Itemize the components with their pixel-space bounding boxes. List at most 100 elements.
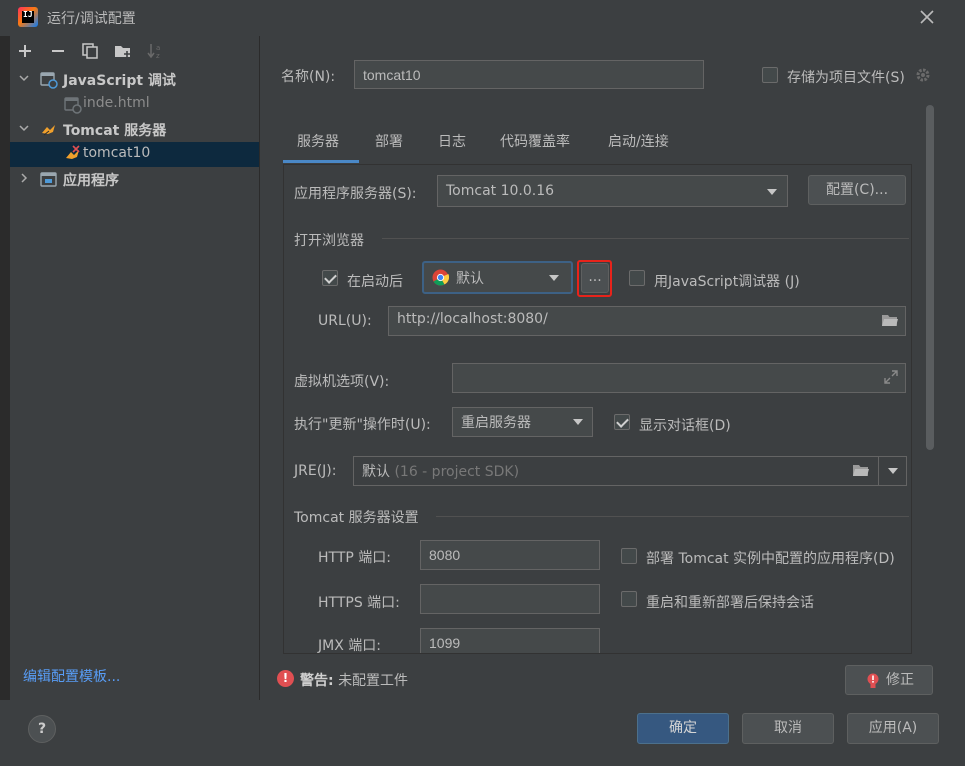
- new-folder-icon[interactable]: [113, 41, 133, 61]
- window-title: 运行/调试配置: [47, 11, 136, 27]
- server-tab-panel: 应用程序服务器(S): Tomcat 10.0.16 配置(C)... 打开浏览…: [283, 164, 912, 654]
- background-strip: [0, 36, 10, 766]
- highlight-box: [577, 260, 612, 297]
- jre-hint: (16 - project SDK): [394, 464, 520, 480]
- folder-icon[interactable]: [852, 462, 870, 478]
- error-icon: !: [277, 670, 294, 687]
- tree-item-tomcat10[interactable]: tomcat10: [10, 142, 259, 167]
- scrollbar[interactable]: [926, 105, 934, 450]
- on-update-select[interactable]: 重启服务器: [452, 407, 593, 437]
- section-divider: [382, 238, 909, 239]
- chevron-right-icon[interactable]: [18, 172, 30, 184]
- app-server-value: Tomcat 10.0.16: [446, 183, 555, 199]
- jmx-port-label: JMX 端口:: [318, 638, 381, 654]
- tomcat-icon: [40, 121, 58, 139]
- chevron-down-icon: [573, 419, 583, 425]
- browser-value: 默认: [456, 271, 484, 287]
- tab-startup-connection[interactable]: 启动/连接: [594, 127, 683, 163]
- close-icon[interactable]: [916, 6, 938, 28]
- chevron-down-icon[interactable]: [18, 72, 30, 84]
- help-button[interactable]: ?: [28, 715, 56, 743]
- vm-options-input[interactable]: [452, 363, 906, 393]
- preserve-sessions-checkbox[interactable]: [621, 591, 637, 607]
- vm-options-label: 虚拟机选项(V):: [294, 374, 390, 390]
- url-input[interactable]: http://localhost:8080/: [388, 306, 906, 336]
- title-bar: [0, 0, 965, 36]
- tree-item-label: Tomcat 服务器: [63, 123, 167, 139]
- name-input[interactable]: [354, 60, 704, 89]
- after-launch-label: 在启动后: [347, 274, 403, 290]
- http-port-input[interactable]: [420, 540, 600, 570]
- tree-item-label: JavaScript 调试: [63, 73, 176, 89]
- tree-item-tomcat-server[interactable]: Tomcat 服务器: [10, 117, 259, 142]
- jre-value: 默认: [362, 464, 390, 480]
- section-divider: [436, 516, 909, 517]
- on-update-label: 执行"更新"操作时(U):: [294, 417, 431, 433]
- jmx-port-input[interactable]: [420, 628, 600, 653]
- cancel-button[interactable]: 取消: [742, 713, 834, 744]
- js-debugger-checkbox[interactable]: [629, 270, 645, 286]
- name-label: 名称(N):: [281, 69, 336, 85]
- js-debugger-label: 用JavaScript调试器 (J): [654, 274, 800, 290]
- apply-button[interactable]: 应用(A): [847, 713, 939, 744]
- jre-label: JRE(J):: [294, 463, 337, 479]
- ok-button[interactable]: 确定: [637, 713, 729, 744]
- store-as-project-file-checkbox[interactable]: [762, 67, 778, 83]
- https-port-input[interactable]: [420, 584, 600, 614]
- fix-button[interactable]: 修正: [845, 665, 933, 695]
- tab-code-coverage[interactable]: 代码覆盖率: [486, 127, 584, 163]
- remove-icon[interactable]: [48, 41, 68, 61]
- after-launch-checkbox[interactable]: [322, 270, 338, 286]
- app-server-label: 应用程序服务器(S):: [294, 186, 417, 202]
- chevron-down-icon: [549, 275, 559, 281]
- http-port-label: HTTP 端口:: [318, 550, 391, 566]
- expand-icon[interactable]: [883, 369, 899, 385]
- tab-logs[interactable]: 日志: [424, 127, 480, 163]
- fix-button-label: 修正: [886, 672, 914, 688]
- tree-item-inde-html[interactable]: inde.html: [10, 92, 259, 117]
- deploy-apps-label: 部署 Tomcat 实例中配置的应用程序(D): [646, 551, 895, 567]
- sort-icon[interactable]: az: [146, 41, 166, 61]
- tree-item-javascript-debug[interactable]: JavaScript 调试: [10, 67, 259, 92]
- url-value: http://localhost:8080/: [397, 311, 548, 327]
- on-update-value: 重启服务器: [461, 415, 531, 431]
- tomcat-settings-section-title: Tomcat 服务器设置: [294, 510, 419, 526]
- open-browser-section-title: 打开浏览器: [294, 233, 364, 249]
- warning-title: 警告:: [300, 673, 334, 689]
- deploy-apps-checkbox[interactable]: [621, 548, 637, 564]
- tab-deployment[interactable]: 部署: [361, 127, 417, 163]
- chevron-down-icon[interactable]: [888, 468, 898, 474]
- copy-icon[interactable]: [80, 41, 100, 61]
- tree-item-label: inde.html: [83, 95, 150, 111]
- svg-text:z: z: [156, 52, 160, 60]
- tab-server[interactable]: 服务器: [283, 127, 359, 163]
- jre-select[interactable]: 默认 (16 - project SDK): [353, 456, 907, 486]
- add-icon[interactable]: [15, 41, 35, 61]
- javascript-debug-icon: [40, 71, 58, 89]
- tree-item-label: 应用程序: [63, 173, 119, 189]
- show-dialog-checkbox[interactable]: [614, 414, 630, 430]
- warning-text: 未配置工件: [338, 673, 409, 689]
- edit-templates-link[interactable]: 编辑配置模板...: [23, 666, 120, 686]
- select-divider: [878, 457, 879, 485]
- svg-text:a: a: [156, 44, 160, 52]
- configure-button[interactable]: 配置(C)...: [808, 175, 906, 205]
- tree-item-label: tomcat10: [83, 145, 151, 161]
- folder-icon[interactable]: [881, 312, 899, 328]
- https-port-label: HTTPS 端口:: [318, 595, 400, 611]
- tree-item-application[interactable]: 应用程序: [10, 167, 259, 192]
- warning-message: 警告: 未配置工件: [300, 670, 408, 690]
- gear-icon[interactable]: [914, 66, 932, 84]
- app-server-select[interactable]: Tomcat 10.0.16: [437, 175, 788, 207]
- store-as-project-file-label: 存储为项目文件(S): [787, 70, 905, 86]
- intellij-app-icon: IJ: [18, 7, 38, 27]
- tomcat-error-icon: [64, 145, 82, 163]
- chevron-down-icon: [767, 189, 777, 195]
- html-config-icon: [64, 96, 82, 114]
- url-label: URL(U):: [318, 313, 372, 329]
- browser-select[interactable]: 默认: [422, 261, 573, 294]
- application-icon: [40, 171, 58, 189]
- preserve-sessions-label: 重启和重新部署后保持会话: [646, 595, 814, 611]
- chrome-icon: [432, 269, 450, 286]
- chevron-down-icon[interactable]: [18, 122, 30, 134]
